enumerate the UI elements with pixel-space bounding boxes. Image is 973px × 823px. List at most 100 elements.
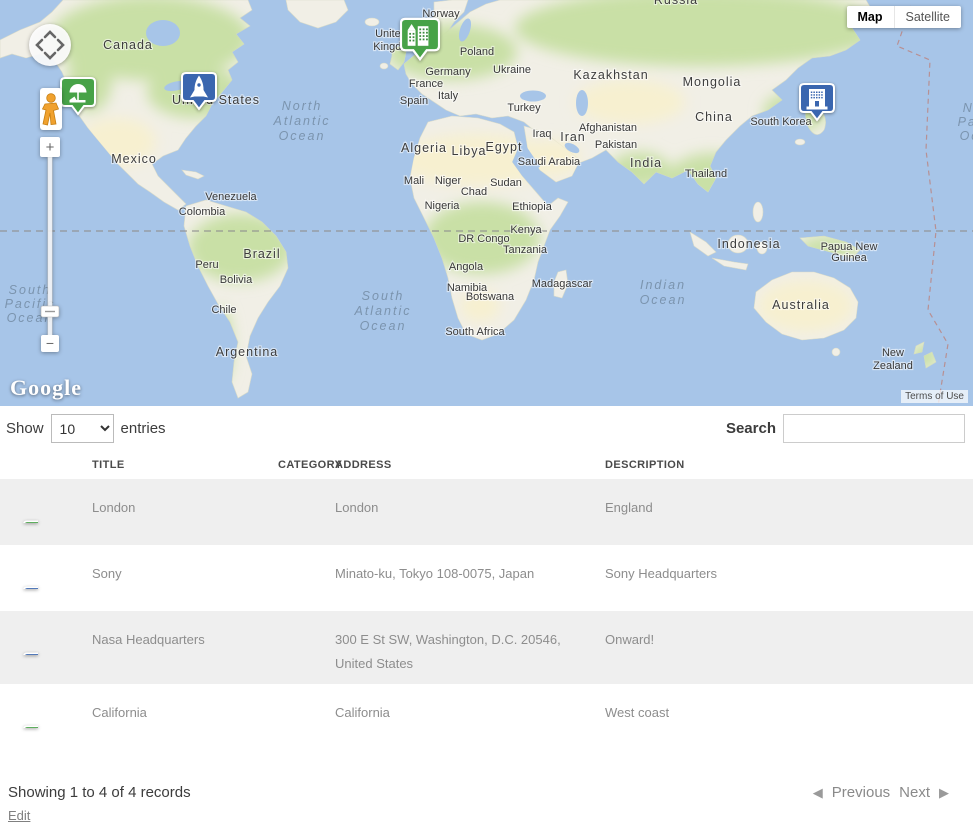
svg-text:Turkey: Turkey (507, 102, 541, 114)
svg-text:North: North (282, 99, 323, 113)
svg-text:North: North (963, 101, 973, 115)
svg-text:Angola: Angola (449, 261, 484, 273)
row-address: Minato-ku, Tokyo 108-0075, Japan (327, 545, 597, 611)
next-button[interactable]: Next (899, 784, 930, 801)
table-controls: Show 10 entries Search (0, 406, 973, 447)
entries-label: entries (121, 420, 166, 437)
svg-text:Libya: Libya (452, 144, 487, 158)
edit-link[interactable]: Edit (8, 808, 30, 823)
pagination: ◀ Previous Next ▶ (813, 784, 949, 801)
svg-text:Nigeria: Nigeria (425, 200, 461, 212)
svg-text:Kazakhstan: Kazakhstan (573, 68, 648, 82)
header-title[interactable]: TITLE (84, 449, 270, 479)
page-size-select[interactable]: 10 (51, 414, 114, 443)
svg-text:Brazil: Brazil (243, 247, 280, 261)
search-label: Search (726, 420, 776, 437)
svg-text:Australia: Australia (772, 298, 830, 312)
show-label: Show (6, 420, 44, 437)
header-description[interactable]: DESCRIPTION (597, 449, 973, 479)
terms-of-use-link[interactable]: Terms of Use (901, 390, 968, 403)
row-address: London (327, 479, 597, 545)
pan-control[interactable] (29, 24, 71, 66)
svg-text:Venezuela: Venezuela (205, 191, 257, 203)
svg-text:Mongolia: Mongolia (683, 75, 742, 89)
svg-text:Spain: Spain (400, 95, 428, 107)
row-description: Sony Headquarters (597, 545, 973, 611)
previous-button[interactable]: Previous (832, 784, 890, 801)
row-category (270, 611, 327, 684)
header-category[interactable]: CATEGORY (270, 449, 327, 479)
row-category (270, 684, 327, 750)
svg-text:Atlantic: Atlantic (354, 304, 412, 318)
svg-text:Niger: Niger (435, 175, 462, 187)
next-arrow-icon[interactable]: ▶ (939, 785, 949, 801)
row-category (270, 479, 327, 545)
table-row: California California West coast (0, 684, 973, 750)
row-address: California (327, 684, 597, 750)
row-description: West coast (597, 684, 973, 750)
svg-text:Bolivia: Bolivia (220, 274, 253, 286)
svg-text:South: South (9, 283, 52, 297)
svg-text:Atlantic: Atlantic (273, 114, 331, 128)
header-address[interactable]: ADDRESS (327, 449, 597, 479)
svg-text:Tanzania: Tanzania (503, 244, 548, 256)
svg-text:South: South (362, 289, 405, 303)
map-type-control: Map Satellite (847, 6, 961, 28)
svg-text:Italy: Italy (438, 90, 459, 102)
svg-text:Botswana: Botswana (466, 291, 515, 303)
svg-text:Zealand: Zealand (873, 360, 913, 372)
previous-arrow-icon[interactable]: ◀ (813, 785, 823, 801)
svg-text:Chile: Chile (211, 304, 236, 316)
svg-text:Mexico: Mexico (111, 152, 157, 166)
city-marker-icon (0, 479, 84, 545)
row-title: London (84, 479, 270, 545)
row-category (270, 545, 327, 611)
svg-text:Russia: Russia (654, 0, 698, 7)
svg-text:Thailand: Thailand (685, 168, 727, 180)
svg-text:Egypt: Egypt (486, 140, 523, 154)
svg-text:Chad: Chad (461, 186, 487, 198)
google-logo[interactable]: Google (10, 375, 82, 401)
table-row: Sony Minato-ku, Tokyo 108-0075, Japan So… (0, 545, 973, 611)
svg-text:Indian: Indian (640, 278, 686, 292)
row-address: 300 E St SW, Washington, D.C. 20546, Uni… (327, 611, 597, 684)
row-description: England (597, 479, 973, 545)
row-description: Onward! (597, 611, 973, 684)
svg-text:Canada: Canada (103, 38, 153, 52)
zoom-out-label: − (46, 335, 54, 351)
svg-text:Algeria: Algeria (401, 141, 447, 155)
svg-text:New: New (882, 347, 904, 359)
svg-text:Mali: Mali (404, 175, 424, 187)
svg-text:Ocean: Ocean (360, 319, 407, 333)
map-button[interactable]: Map (847, 6, 894, 28)
svg-text:Argentina: Argentina (216, 345, 279, 359)
svg-text:Indonesia: Indonesia (717, 237, 780, 251)
svg-text:Kenya: Kenya (510, 224, 542, 236)
satellite-button[interactable]: Satellite (894, 6, 961, 28)
search-input[interactable] (783, 414, 965, 443)
row-title: Nasa Headquarters (84, 611, 270, 684)
showing-records-info: Showing 1 to 4 of 4 records (8, 784, 191, 801)
table-row: Nasa Headquarters 300 E St SW, Washingto… (0, 611, 973, 684)
svg-text:Madagascar: Madagascar (532, 278, 593, 290)
pegman-icon[interactable] (40, 88, 62, 130)
row-title: California (84, 684, 270, 750)
svg-text:France: France (409, 78, 443, 90)
svg-text:Peru: Peru (195, 259, 218, 271)
table-header: TITLE CATEGORY ADDRESS DESCRIPTION (0, 449, 973, 479)
svg-text:Sudan: Sudan (490, 177, 522, 189)
google-map[interactable]: Canada United States Mexico Venezuela Co… (0, 0, 973, 406)
svg-text:South Korea: South Korea (750, 116, 812, 128)
svg-text:Colombia: Colombia (179, 206, 226, 218)
svg-text:Saudi Arabia: Saudi Arabia (518, 156, 581, 168)
svg-text:India: India (630, 156, 662, 170)
table-row: London London England (0, 479, 973, 545)
svg-text:China: China (695, 110, 733, 124)
svg-text:Ethiopia: Ethiopia (512, 201, 553, 213)
svg-text:DR Congo: DR Congo (458, 233, 509, 245)
table-footer: Showing 1 to 4 of 4 records ◀ Previous N… (0, 784, 973, 801)
svg-text:Ocean: Ocean (640, 293, 687, 307)
svg-text:Pakistan: Pakistan (595, 139, 637, 151)
svg-text:Afghanistan: Afghanistan (579, 122, 637, 134)
svg-text:Poland: Poland (460, 46, 494, 58)
